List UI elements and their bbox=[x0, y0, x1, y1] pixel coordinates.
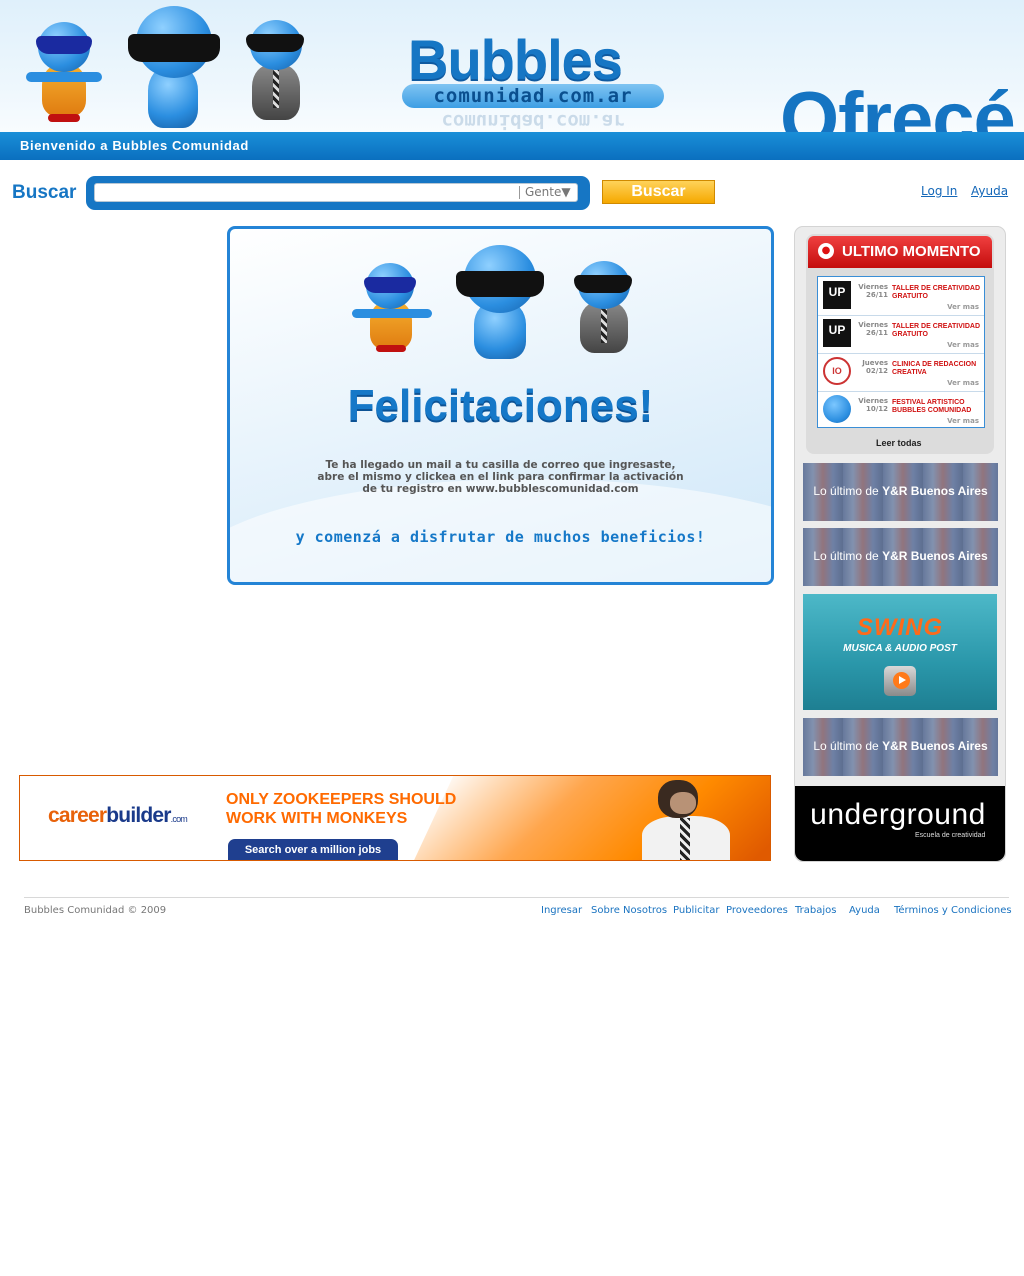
ad-search-jobs-button[interactable]: Search over a million jobs bbox=[228, 839, 398, 860]
search-input[interactable] bbox=[94, 183, 578, 202]
news-item[interactable]: UP Viernes 26/11 TALLER DE CREATIVIDAD GR… bbox=[818, 277, 984, 316]
yr-banner[interactable]: Lo último de Y&R Buenos Aires bbox=[803, 718, 998, 776]
underground-banner[interactable]: underground Escuela de creatividad bbox=[795, 786, 1005, 861]
yr-banner[interactable]: Lo último de Y&R Buenos Aires bbox=[803, 528, 998, 586]
mascot-plain bbox=[452, 243, 550, 361]
login-link[interactable]: Log In bbox=[921, 184, 957, 198]
search-button[interactable]: Buscar bbox=[602, 180, 715, 204]
news-title: TALLER DE CREATIVIDAD GRATUITO bbox=[892, 285, 981, 300]
site-header: Bubbles comunidad.com.ar comunidad.com.a… bbox=[0, 0, 1024, 160]
footer-link-proveedores[interactable]: Proveedores bbox=[726, 905, 788, 916]
careerbuilder-logo: careerbuilder.com bbox=[48, 804, 188, 827]
yr-banner[interactable]: Lo último de Y&R Buenos Aires bbox=[803, 463, 998, 521]
footer-link-sobre-nosotros[interactable]: Sobre Nosotros bbox=[591, 905, 667, 916]
read-all-link[interactable]: Leer todas bbox=[876, 438, 922, 448]
footer-copyright: Bubbles Comunidad © 2009 bbox=[24, 905, 167, 916]
site-logo[interactable]: Bubbles comunidad.com.ar comunidad.com.a… bbox=[402, 28, 668, 136]
footer-link-ingresar[interactable]: Ingresar bbox=[541, 905, 582, 916]
mascot-orange-shirt bbox=[26, 18, 110, 128]
news-logo bbox=[823, 395, 851, 423]
news-more-link[interactable]: Ver mas bbox=[947, 417, 979, 425]
monkey-image bbox=[634, 778, 744, 860]
search-label: Buscar bbox=[12, 182, 77, 203]
news-title: CLINICA DE REDACCION CREATIVA bbox=[892, 361, 977, 376]
news-date: Jueves 02/12 bbox=[862, 359, 888, 375]
news-logo: UP bbox=[823, 281, 851, 309]
news-item[interactable]: Viernes 10/12 FESTIVAL ARTISTICO BUBBLES … bbox=[818, 391, 984, 429]
search-box: Gente▼ bbox=[86, 176, 590, 210]
welcome-text: Bienvenido a Bubbles Comunidad bbox=[20, 138, 249, 153]
careerbuilder-ad[interactable]: careerbuilder.com ONLY ZOOKEEPERS SHOULD… bbox=[19, 775, 771, 861]
mascot-plain bbox=[126, 4, 224, 132]
news-logo: UP bbox=[823, 319, 851, 347]
news-item[interactable]: UP Viernes 26/11 TALLER DE CREATIVIDAD GR… bbox=[818, 315, 984, 354]
footer-link-trabajos[interactable]: Trabajos bbox=[795, 905, 836, 916]
ultimo-momento-title: ULTIMO MOMENTO bbox=[842, 243, 981, 260]
news-more-link[interactable]: Ver mas bbox=[947, 303, 979, 311]
footer-link-publicitar[interactable]: Publicitar bbox=[673, 905, 720, 916]
news-title: TALLER DE CREATIVIDAD GRATUITO bbox=[892, 323, 981, 338]
alert-icon: ● bbox=[818, 243, 834, 259]
mascot-suit bbox=[244, 18, 308, 128]
search-separator bbox=[519, 186, 520, 199]
mascot-suit bbox=[572, 259, 636, 359]
search-category-select[interactable]: Gente▼ bbox=[525, 185, 571, 199]
news-title: FESTIVAL ARTISTICO BUBBLES COMUNIDAD bbox=[892, 399, 972, 414]
news-item[interactable]: IO Jueves 02/12 CLINICA DE REDACCION CREA… bbox=[818, 353, 984, 392]
play-icon[interactable] bbox=[884, 666, 916, 696]
news-list: UP Viernes 26/11 TALLER DE CREATIVIDAD GR… bbox=[817, 276, 985, 428]
help-link[interactable]: Ayuda bbox=[971, 184, 1008, 198]
news-logo: IO bbox=[823, 357, 851, 385]
news-more-link[interactable]: Ver mas bbox=[947, 379, 979, 387]
benefits-tagline: y comenzá a disfrutar de muchos benefici… bbox=[295, 528, 706, 546]
swing-banner[interactable]: SWING MUSICA & AUDIO POST bbox=[803, 594, 997, 710]
caret-down-icon: ▼ bbox=[561, 185, 571, 199]
page-title: Felicitaciones! bbox=[347, 381, 654, 430]
news-date: Viernes 26/11 bbox=[858, 283, 888, 299]
confirmation-message: Te ha llegado un mail a tu casilla de co… bbox=[317, 459, 684, 495]
news-more-link[interactable]: Ver mas bbox=[947, 341, 979, 349]
ad-headline: ONLY ZOOKEEPERS SHOULD WORK WITH MONKEYS bbox=[226, 791, 457, 827]
footer-divider bbox=[24, 897, 1009, 898]
footer-link-terminos[interactable]: Términos y Condiciones bbox=[894, 905, 1012, 916]
news-date: Viernes 10/12 bbox=[858, 397, 888, 413]
confirmation-panel: Felicitaciones! Te ha llegado un mail a … bbox=[227, 226, 774, 585]
footer-link-ayuda[interactable]: Ayuda bbox=[849, 905, 880, 916]
mascot-orange-shirt bbox=[352, 261, 432, 357]
news-date: Viernes 26/11 bbox=[858, 321, 888, 337]
